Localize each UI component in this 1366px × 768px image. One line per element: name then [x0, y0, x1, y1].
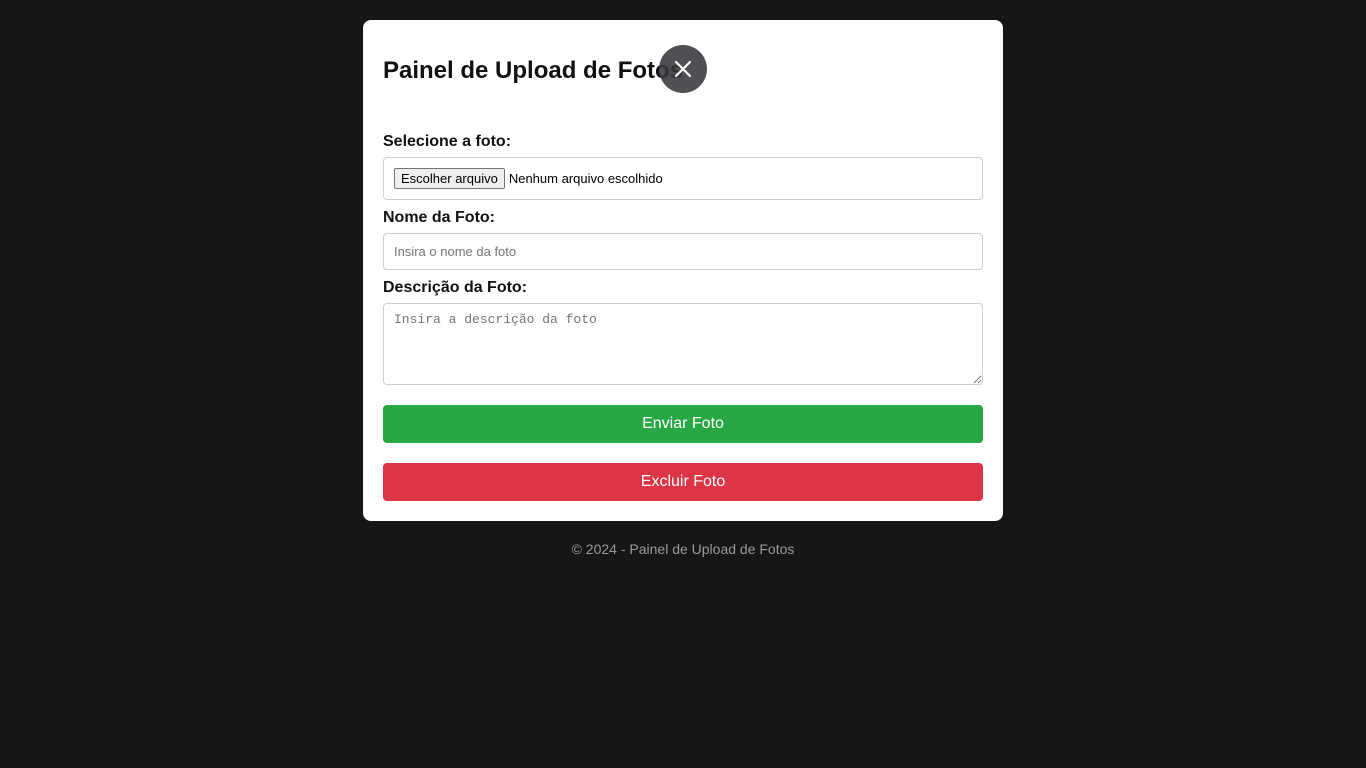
file-status: Nenhum arquivo escolhido — [508, 171, 663, 186]
close-button[interactable] — [659, 45, 707, 93]
choose-file-button[interactable]: Escolher arquivo — [394, 168, 505, 189]
delete-photo-button[interactable]: Excluir Foto — [383, 463, 983, 501]
description-label: Descrição da Foto: — [383, 279, 528, 296]
upload-panel: Painel de Upload de Fotos Selecione a fo… — [363, 20, 1003, 521]
close-icon — [674, 60, 692, 78]
page-title: Painel de Upload de Fotos — [383, 57, 684, 84]
file-input[interactable]: Escolher arquivo Nenhum arquivo escolhid… — [383, 157, 983, 200]
footer-text: © 2024 - Painel de Upload de Fotos — [571, 541, 795, 557]
photo-name-input[interactable] — [383, 233, 983, 270]
photo-description-textarea[interactable] — [383, 303, 983, 385]
send-photo-button[interactable]: Enviar Foto — [383, 405, 983, 443]
name-label: Nome da Foto: — [383, 209, 495, 226]
file-label: Selecione a foto: — [383, 133, 512, 150]
